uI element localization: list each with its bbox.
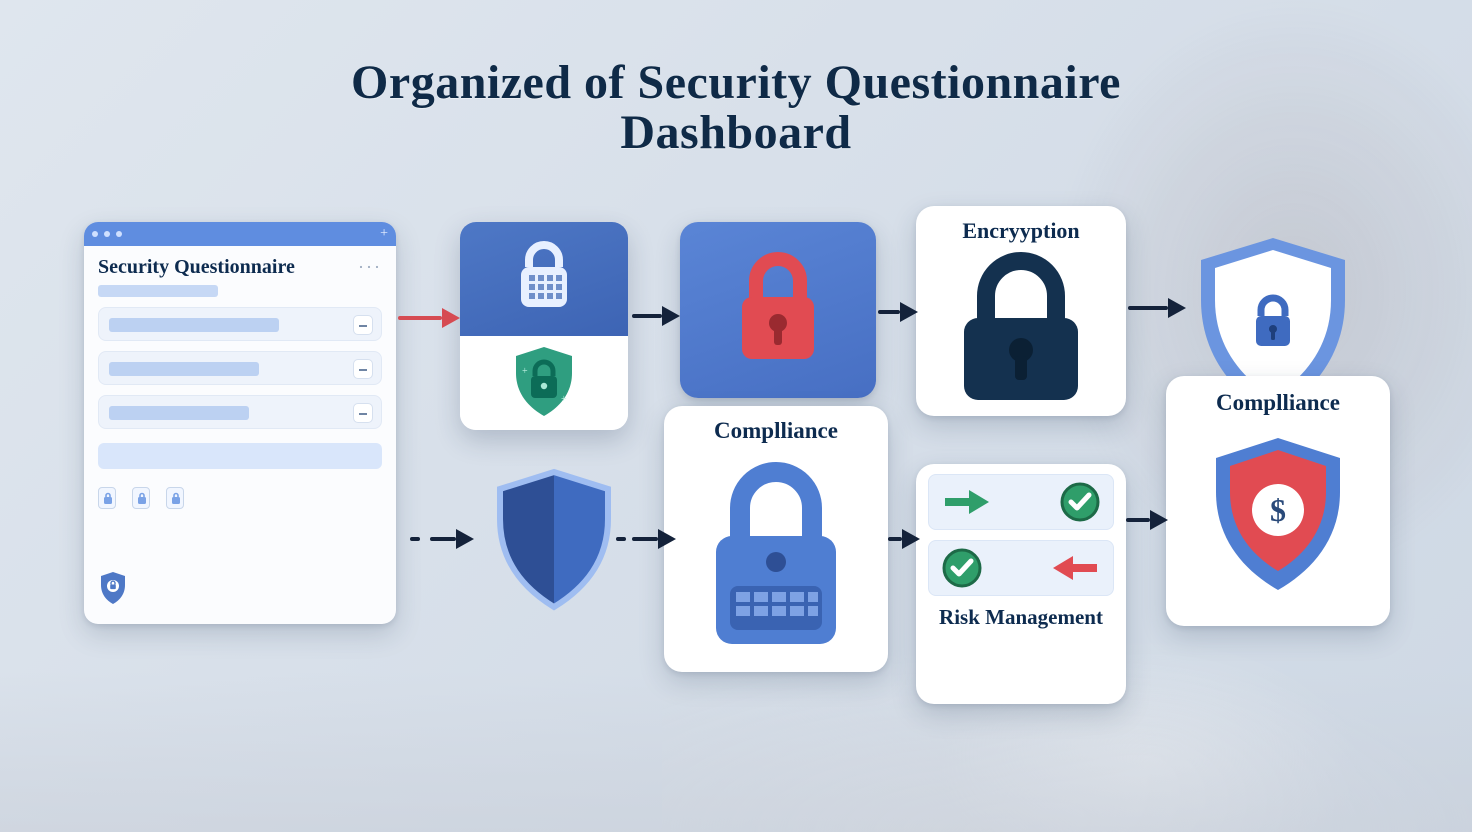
- doc-lock-icon: [166, 487, 184, 509]
- risk-row: [928, 540, 1114, 596]
- shield-lock-icon: + +: [509, 344, 579, 422]
- svg-text:+: +: [561, 394, 567, 405]
- risk-row: [928, 474, 1114, 530]
- shield-dollar-icon: $: [1166, 428, 1390, 618]
- check-badge-icon: [941, 547, 983, 589]
- shield-icon: [98, 571, 128, 610]
- check-badge-icon: [1059, 481, 1101, 523]
- compliance-right-card: Complliance $: [1166, 376, 1390, 626]
- bucket-lock-icon: [505, 237, 583, 321]
- encryption-card: Encryyption: [916, 206, 1126, 416]
- red-lock-tile: [680, 222, 876, 398]
- panel-heading: Security Questionnaire: [98, 256, 295, 279]
- panel-block: [98, 443, 382, 469]
- padlock-dark-icon: [916, 248, 1126, 408]
- shield-icon: [490, 468, 618, 618]
- compliance-center-label: Complliance: [664, 418, 888, 444]
- arrow-right-green-icon: [941, 486, 993, 518]
- risk-label: Risk Management: [928, 606, 1114, 629]
- question-row: [98, 351, 382, 385]
- question-row: [98, 307, 382, 341]
- doc-lock-icon: [132, 487, 150, 509]
- encryption-label: Encryyption: [916, 218, 1126, 244]
- compliance-center-card: Complliance: [664, 406, 888, 672]
- panel-icon-row: [84, 469, 396, 509]
- padlock-keypad-icon: [664, 452, 888, 662]
- arrow-left-red-icon: [1049, 552, 1101, 584]
- panel-subtitle-placeholder: [98, 285, 218, 297]
- doc-lock-icon: [98, 487, 116, 509]
- kebab-menu-icon: ···: [358, 257, 382, 278]
- shield-solid: [490, 468, 618, 623]
- window-chrome: +: [84, 222, 396, 246]
- plus-icon: +: [380, 227, 388, 241]
- svg-text:+: +: [522, 366, 528, 377]
- risk-management-card: Risk Management: [916, 464, 1126, 704]
- security-card: + +: [460, 222, 628, 430]
- question-row: [98, 395, 382, 429]
- compliance-right-label: Complliance: [1166, 390, 1390, 416]
- svg-text:$: $: [1270, 492, 1286, 528]
- padlock-red-icon: [718, 245, 838, 375]
- questionnaire-panel: + Security Questionnaire ···: [84, 222, 396, 624]
